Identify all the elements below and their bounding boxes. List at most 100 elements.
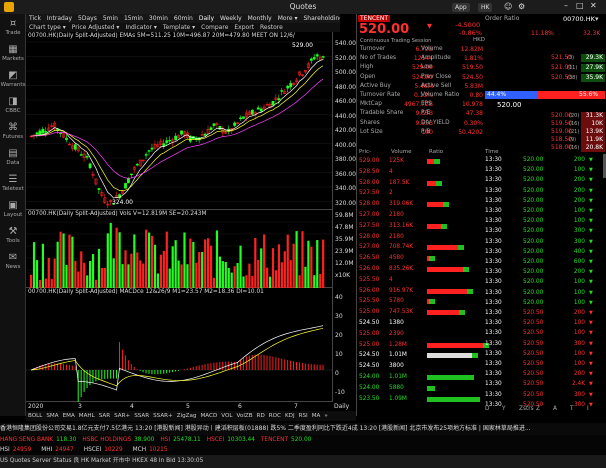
ask-volume[interactable]: 35.9K: [581, 74, 605, 82]
volume-chart[interactable]: [26, 210, 332, 288]
depth-price[interactable]: 528.00: [359, 201, 379, 207]
panel-tab[interactable]: D: [485, 406, 489, 412]
depth-price[interactable]: 525.00: [359, 331, 379, 337]
bid-volume[interactable]: 10K: [581, 120, 605, 128]
chart-tool[interactable]: Compare: [198, 23, 231, 32]
indicator-tab[interactable]: SAR+: [112, 411, 132, 421]
depth-price[interactable]: 529.00: [359, 158, 379, 164]
ticker-item[interactable]: MCH 10215: [133, 447, 168, 453]
leftbar-warrants[interactable]: ◩ Warrants: [0, 68, 26, 94]
indicator-tab[interactable]: BOLL: [26, 411, 44, 421]
ticker-item[interactable]: HANG SENG BANK 118.30: [0, 437, 76, 443]
macd-axis[interactable]: 40 30 20 10 0 -10: [332, 288, 356, 402]
candlestick-chart[interactable]: [26, 32, 332, 210]
period-tab[interactable]: Shareholding: [301, 14, 341, 23]
indicator-tab[interactable]: EMA: [61, 411, 77, 421]
leftbar-cbbc[interactable]: ◨ CBBC: [0, 94, 26, 120]
depth-price[interactable]: 525.50: [359, 298, 379, 304]
leftbar-news[interactable]: ✉ News: [0, 250, 26, 276]
leftbar-markets[interactable]: ▦ Markets: [0, 42, 26, 68]
depth-price[interactable]: 524.50: [359, 320, 379, 326]
minimize-icon[interactable]: –: [564, 1, 568, 10]
depth-price[interactable]: 524.50: [359, 363, 379, 369]
depth-price[interactable]: 524.50: [359, 352, 379, 358]
ticker-item[interactable]: HSI 25478.11: [160, 437, 200, 443]
leftbar-trade[interactable]: ¤ Trade: [0, 16, 26, 42]
volume-axis[interactable]: 59.8M 47.8M 35.9M 23.9M 12.0M x10K: [332, 210, 356, 288]
bid-volume[interactable]: 20.8K: [581, 144, 605, 152]
depth-price[interactable]: 527.50: [359, 223, 379, 229]
depth-price[interactable]: 526.50: [359, 255, 379, 261]
panel-tab[interactable]: T: [570, 406, 574, 412]
news-ticker[interactable]: 香港恒隆集团股份公司交易1.8亿元支付7.5亿港元 13:20 [港股新闻] 港…: [0, 423, 606, 435]
panel-tab[interactable]: Y: [502, 406, 506, 412]
depth-price[interactable]: 526.00: [359, 288, 379, 294]
leftbar-data[interactable]: ▤ Data: [0, 146, 26, 172]
indicator-tab[interactable]: VOL: [219, 411, 234, 421]
bid-volume[interactable]: 31.3K: [581, 112, 605, 120]
period-tab[interactable]: Monthly: [245, 14, 275, 23]
period-tab[interactable]: Tick: [26, 14, 44, 23]
ticker-item[interactable]: HSCEI 10303.44: [207, 437, 255, 443]
indicator-tab[interactable]: MACD: [198, 411, 219, 421]
ticker-item[interactable]: TENCENT 520.00: [261, 437, 311, 443]
bid-volume[interactable]: 13.9K: [581, 128, 605, 136]
indicator-tab[interactable]: SMA: [44, 411, 60, 421]
ask-volume[interactable]: 27.9K: [581, 64, 605, 72]
period-tab[interactable]: 30min: [146, 14, 171, 23]
depth-price[interactable]: 525.00: [359, 309, 379, 315]
ticker-item[interactable]: MHI 24947: [41, 447, 74, 453]
close-icon[interactable]: ✕: [590, 1, 597, 10]
leftbar-futures[interactable]: ⌘ Futures: [0, 120, 26, 146]
indicator-tab[interactable]: RSI: [297, 411, 310, 421]
period-tab[interactable]: Weekly: [217, 14, 245, 23]
indicator-tab[interactable]: RD: [255, 411, 267, 421]
indicator-tab[interactable]: MA: [310, 411, 323, 421]
period-tab[interactable]: 60min: [171, 14, 196, 23]
depth-price[interactable]: 528.00: [359, 234, 379, 240]
depth-price[interactable]: 527.50: [359, 190, 379, 196]
period-tab[interactable]: More ▾: [275, 14, 301, 23]
panel-tab[interactable]: I: [587, 406, 589, 412]
depth-price[interactable]: 526.00: [359, 266, 379, 272]
depth-price[interactable]: 523.50: [359, 396, 379, 402]
depth-price[interactable]: 528.50: [359, 169, 379, 175]
user-icon[interactable]: ☺: [504, 2, 512, 11]
period-tab[interactable]: Intraday: [44, 14, 75, 23]
period-tab[interactable]: 5Days: [75, 14, 100, 23]
chart-tool[interactable]: Restore: [257, 23, 286, 32]
chart-tool[interactable]: Template ▾: [160, 23, 198, 32]
depth-price[interactable]: 525.50: [359, 277, 379, 283]
bid-volume[interactable]: 11.9K: [581, 136, 605, 144]
period-tab[interactable]: Daily: [196, 14, 217, 23]
panel-tab[interactable]: Zstrs: [519, 406, 534, 412]
indicator-tab[interactable]: »: [322, 411, 329, 421]
maximize-icon[interactable]: □: [576, 1, 584, 10]
chart-tool[interactable]: Export: [231, 23, 257, 32]
panel-tab[interactable]: Z: [536, 406, 540, 412]
chart-tool[interactable]: Indicator ▾: [122, 23, 159, 32]
indicator-tab[interactable]: ROC: [267, 411, 283, 421]
ticker-item[interactable]: HSI 24959: [0, 447, 31, 453]
depth-price[interactable]: 524.00: [359, 374, 379, 380]
leftbar-teletext[interactable]: ☰ Teletext: [0, 172, 26, 198]
indicator-tab[interactable]: KDJ: [283, 411, 297, 421]
indicator-tab[interactable]: ZigZag: [175, 411, 199, 421]
chevron-down-icon[interactable]: ▾: [595, 15, 599, 23]
hk-button[interactable]: HK: [478, 3, 493, 12]
period-tab[interactable]: 15min: [121, 14, 146, 23]
ask-volume[interactable]: 29.3K: [581, 54, 605, 62]
volume-pane[interactable]: [26, 210, 332, 288]
chart-tool[interactable]: Price Adjusted ▾: [69, 23, 123, 32]
price-axis[interactable]: 540.00 520.00 500.00 480.00 460.00 440.00 420.…: [332, 32, 356, 210]
chart-tool[interactable]: Chart type ▾: [26, 23, 69, 32]
depth-price[interactable]: 527.00: [359, 244, 379, 250]
depth-price[interactable]: 524.00: [359, 385, 379, 391]
settings-icon[interactable]: ⚙: [518, 2, 525, 11]
leftbar-tools[interactable]: ⚒ Tools: [0, 224, 26, 250]
leftbar-layout[interactable]: ▣ Layout: [0, 198, 26, 224]
price-chart-pane[interactable]: [26, 32, 332, 210]
indicator-tab[interactable]: MAHL: [77, 411, 97, 421]
depth-price[interactable]: 525.00: [359, 342, 379, 348]
indicator-tab[interactable]: SAR: [97, 411, 112, 421]
